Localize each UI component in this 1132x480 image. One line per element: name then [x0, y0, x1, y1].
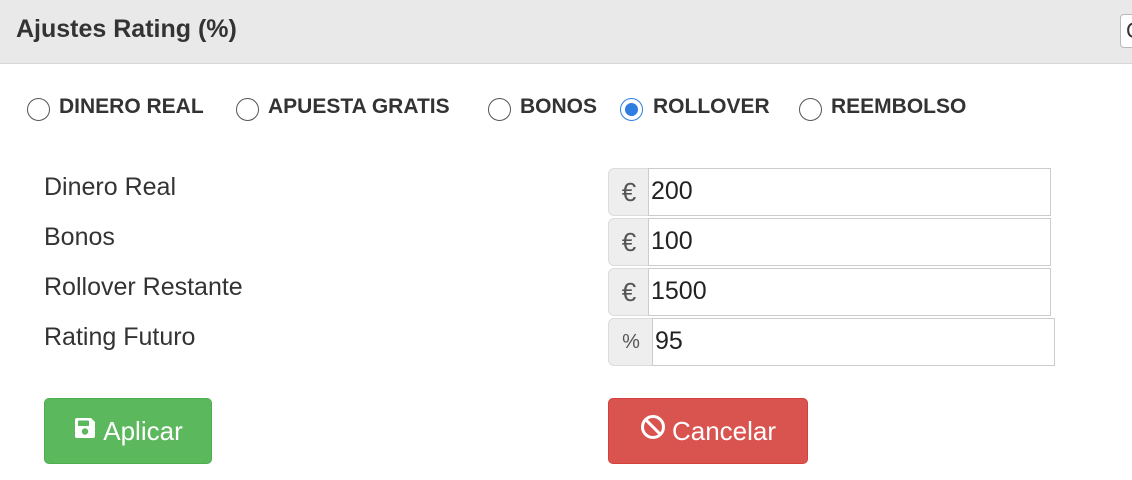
apply-button[interactable]: Aplicar [44, 398, 212, 464]
modal-title: Ajustes Rating (%) [16, 15, 237, 43]
radio-apuesta-gratis[interactable]: APUESTA GRATIS [236, 90, 481, 130]
radio-label-rollover: ROLLOVER [653, 95, 770, 118]
field-label-rollover-restante: Rollover Restante [44, 273, 243, 301]
radio-circle[interactable] [799, 98, 822, 121]
ban-icon [640, 399, 666, 463]
rollover-restante-input[interactable]: 1500 [648, 268, 1051, 316]
bonos-input[interactable]: 100 [648, 218, 1051, 266]
radio-circle[interactable] [27, 98, 50, 121]
radio-label-reembolso: REEMBOLSO [831, 95, 967, 118]
radio-dinero-real[interactable]: DINERO REAL [27, 90, 227, 130]
apply-button-label: Aplicar [103, 416, 183, 446]
radio-reembolso[interactable]: REEMBOLSO [799, 90, 994, 130]
close-button[interactable]: C [1120, 14, 1132, 48]
radio-bonos[interactable]: BONOS [488, 90, 613, 130]
field-label-rating-futuro: Rating Futuro [44, 323, 196, 351]
radio-circle[interactable] [236, 98, 259, 121]
radio-label-dinero-real: DINERO REAL [59, 95, 204, 118]
dinero-real-input[interactable]: 200 [648, 168, 1051, 216]
euro-addon: € [608, 168, 649, 216]
percent-addon: % [608, 318, 653, 366]
euro-addon: € [608, 268, 649, 316]
radio-label-bonos: BONOS [520, 95, 598, 118]
rating-futuro-input[interactable]: 95 [652, 318, 1055, 366]
cancel-button-label: Cancelar [671, 416, 777, 446]
cancel-button[interactable]: Cancelar [608, 398, 808, 464]
field-label-dinero-real: Dinero Real [44, 173, 177, 201]
radio-label-apuesta-gratis: APUESTA GRATIS [268, 95, 450, 118]
field-label-bonos: Bonos [44, 223, 115, 251]
euro-addon: € [608, 218, 649, 266]
floppy-disk-icon [73, 399, 97, 463]
modal-header: Ajustes Rating (%) C [0, 0, 1132, 64]
radio-circle-checked[interactable] [620, 98, 643, 121]
radio-rollover[interactable]: ROLLOVER [620, 90, 792, 130]
radio-circle[interactable] [488, 98, 511, 121]
